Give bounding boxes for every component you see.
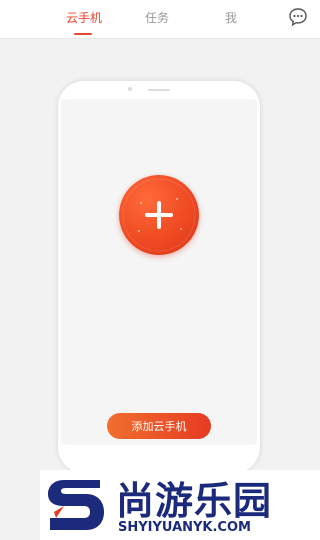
phone-screen: 添加云手机 xyxy=(61,99,257,445)
phone-speaker xyxy=(148,89,170,91)
phone-camera xyxy=(128,87,132,91)
add-cloud-phone-circle-button[interactable] xyxy=(119,175,199,255)
tab-cloud-phone[interactable]: 云手机 xyxy=(66,9,102,26)
add-cloud-phone-button[interactable]: 添加云手机 xyxy=(107,413,211,439)
top-nav-bar: 云手机 任务 我 xyxy=(0,0,320,39)
tab-tasks[interactable]: 任务 xyxy=(145,9,169,26)
watermark-title: 尚游乐园 xyxy=(116,479,273,523)
chat-bubble-icon[interactable] xyxy=(288,7,308,27)
s-logo-icon xyxy=(48,480,104,530)
site-watermark: 尚游乐园 SHYIYUANYK.COM xyxy=(40,470,320,540)
active-tab-indicator xyxy=(74,33,92,35)
plus-icon xyxy=(122,178,196,252)
tab-me[interactable]: 我 xyxy=(225,9,237,26)
watermark-domain: SHYIYUANYK.COM xyxy=(118,520,251,535)
phone-frame-illustration: 添加云手机 xyxy=(58,81,260,473)
